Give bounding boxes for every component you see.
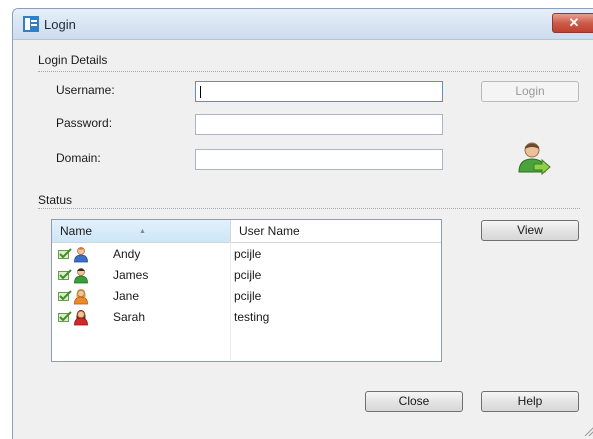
list-item[interactable]: Sarah testing <box>52 307 441 328</box>
status-separator <box>38 208 580 209</box>
online-check-icon <box>58 290 72 301</box>
user-login-name: pcijle <box>234 268 262 282</box>
password-label: Password: <box>56 116 113 130</box>
domain-input[interactable] <box>195 149 443 170</box>
username-label: Username: <box>56 83 115 97</box>
user-login-name: testing <box>234 310 270 324</box>
user-orange-icon <box>74 289 88 305</box>
title-bar[interactable]: Login ✕ <box>13 9 593 40</box>
resize-grip-icon[interactable] <box>581 423 593 437</box>
online-check-icon <box>58 248 72 259</box>
domain-label: Domain: <box>56 151 101 165</box>
login-details-group-label: Login Details <box>38 53 108 67</box>
window-title: Login <box>44 17 76 32</box>
user-red-icon <box>74 310 88 326</box>
password-input[interactable] <box>195 114 443 135</box>
user-display-name: Sarah <box>113 310 146 324</box>
user-display-name: Jane <box>113 289 140 303</box>
list-item[interactable]: Andy pcijle <box>52 244 441 265</box>
view-button[interactable]: View <box>481 220 579 241</box>
online-check-icon <box>58 311 72 322</box>
online-check-icon <box>58 269 72 280</box>
status-group-label: Status <box>38 193 73 207</box>
app-icon <box>23 16 39 32</box>
status-list[interactable]: Name ▲ User Name Andy pcijle James pcijl… <box>51 219 442 362</box>
list-item[interactable]: Jane pcijle <box>52 286 441 307</box>
login-details-separator <box>38 71 580 72</box>
close-button[interactable]: Close <box>365 391 463 412</box>
help-button[interactable]: Help <box>481 391 579 412</box>
username-input[interactable] <box>195 81 443 102</box>
list-header: Name ▲ User Name <box>52 220 441 243</box>
user-login-name: pcijle <box>234 289 262 303</box>
user-green-icon <box>74 268 88 284</box>
login-button[interactable]: Login <box>481 81 579 102</box>
column-header-user-name[interactable]: User Name <box>231 220 441 242</box>
user-login-icon <box>518 142 551 176</box>
user-display-name: James <box>113 268 149 282</box>
text-caret <box>200 86 201 98</box>
close-icon: ✕ <box>568 15 580 30</box>
user-display-name: Andy <box>113 247 141 261</box>
login-window: Login ✕ Login Details Username: Password… <box>12 8 593 439</box>
user-login-name: pcijle <box>234 247 262 261</box>
sort-arrow-icon: ▲ <box>139 228 146 235</box>
user-blue-icon <box>74 247 88 263</box>
list-item[interactable]: James pcijle <box>52 265 441 286</box>
column-header-name[interactable]: Name ▲ <box>52 220 231 242</box>
window-close-button[interactable]: ✕ <box>552 13 593 33</box>
